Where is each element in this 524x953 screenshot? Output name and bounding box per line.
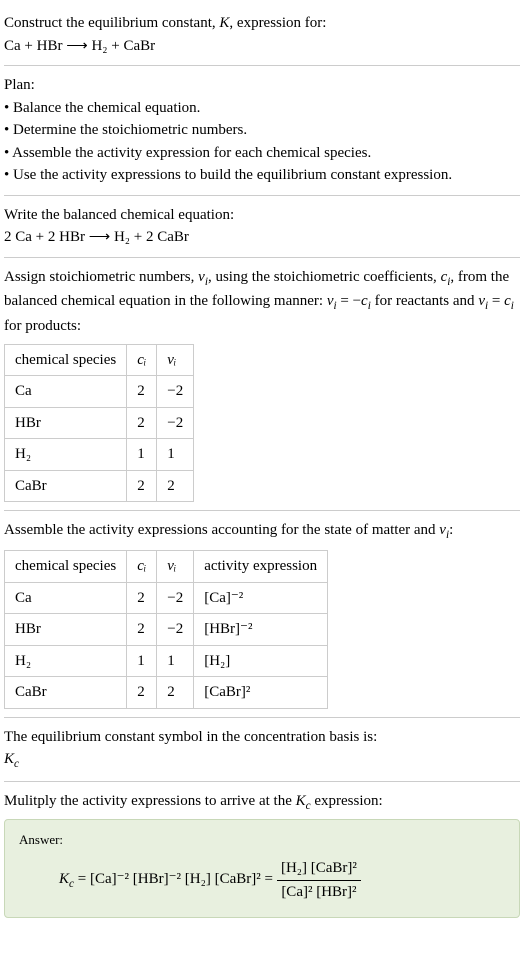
- plan: Plan: • Balance the chemical equation. •…: [4, 65, 520, 195]
- kc-symbol-text: The equilibrium constant symbol in the c…: [4, 726, 520, 749]
- answer-expression: Kc = [Ca]⁻² [HBr]⁻² [H₂] [CaBr]² = [H₂] …: [19, 857, 505, 903]
- col-activity: activity expression: [194, 551, 328, 583]
- balanced-equation: 2 Ca + 2 HBr ⟶ H₂ + 2 CaBr: [4, 226, 520, 249]
- plan-bullet: • Use the activity expressions to build …: [4, 164, 520, 187]
- text: Construct the equilibrium constant,: [4, 15, 219, 31]
- answer-label: Answer:: [19, 830, 505, 850]
- table-header-row: chemical species cᵢ νᵢ activity expressi…: [5, 551, 328, 583]
- balanced: Write the balanced chemical equation: 2 …: [4, 195, 520, 257]
- kc-symbol-section: The equilibrium constant symbol in the c…: [4, 717, 520, 781]
- col-species: chemical species: [5, 344, 127, 376]
- stoich-table: chemical species cᵢ νᵢ Ca2−2 HBr2−2 H₂11…: [4, 344, 194, 503]
- fraction-numerator: [H₂] [CaBr]²: [277, 857, 361, 881]
- text: , expression for:: [229, 15, 326, 31]
- multiply-section: Mulitply the activity expressions to arr…: [4, 781, 520, 926]
- assemble-text: Assemble the activity expressions accoun…: [4, 519, 520, 544]
- prompt-line1: Construct the equilibrium constant, K, e…: [4, 12, 520, 35]
- table-header-row: chemical species cᵢ νᵢ: [5, 344, 194, 376]
- table-row: Ca2−2[Ca]⁻²: [5, 582, 328, 614]
- k-symbol: K: [219, 15, 229, 31]
- stoich-text: Assign stoichiometric numbers, νi, using…: [4, 266, 520, 338]
- plan-bullet: • Determine the stoichiometric numbers.: [4, 119, 520, 142]
- fraction-denominator: [Ca]² [HBr]²: [277, 881, 361, 904]
- col-ci: cᵢ: [127, 344, 157, 376]
- table-row: HBr2−2: [5, 407, 194, 439]
- table-row: CaBr22[CaBr]²: [5, 677, 328, 709]
- col-nui: νᵢ: [157, 344, 194, 376]
- prompt: Construct the equilibrium constant, K, e…: [4, 4, 520, 65]
- stoich: Assign stoichiometric numbers, νi, using…: [4, 257, 520, 511]
- table-row: H₂11: [5, 439, 194, 471]
- fraction: [H₂] [CaBr]² [Ca]² [HBr]²: [277, 857, 361, 903]
- table-row: CaBr22: [5, 470, 194, 502]
- answer-box: Answer: Kc = [Ca]⁻² [HBr]⁻² [H₂] [CaBr]²…: [4, 819, 520, 919]
- activity-table: chemical species cᵢ νᵢ activity expressi…: [4, 550, 328, 709]
- plan-bullet: • Assemble the activity expression for e…: [4, 142, 520, 165]
- kc-symbol: Kc: [4, 748, 520, 773]
- col-ci: cᵢ: [127, 551, 157, 583]
- balanced-title: Write the balanced chemical equation:: [4, 204, 520, 227]
- plan-bullet: • Balance the chemical equation.: [4, 97, 520, 120]
- plan-title: Plan:: [4, 74, 520, 97]
- table-row: H₂11[H₂]: [5, 645, 328, 677]
- table-row: HBr2−2[HBr]⁻²: [5, 614, 328, 646]
- col-nui: νᵢ: [157, 551, 194, 583]
- table-row: Ca2−2: [5, 376, 194, 408]
- multiply-text: Mulitply the activity expressions to arr…: [4, 790, 520, 815]
- assemble: Assemble the activity expressions accoun…: [4, 510, 520, 716]
- prompt-equation: Ca + HBr ⟶ H₂ + CaBr: [4, 35, 520, 58]
- col-species: chemical species: [5, 551, 127, 583]
